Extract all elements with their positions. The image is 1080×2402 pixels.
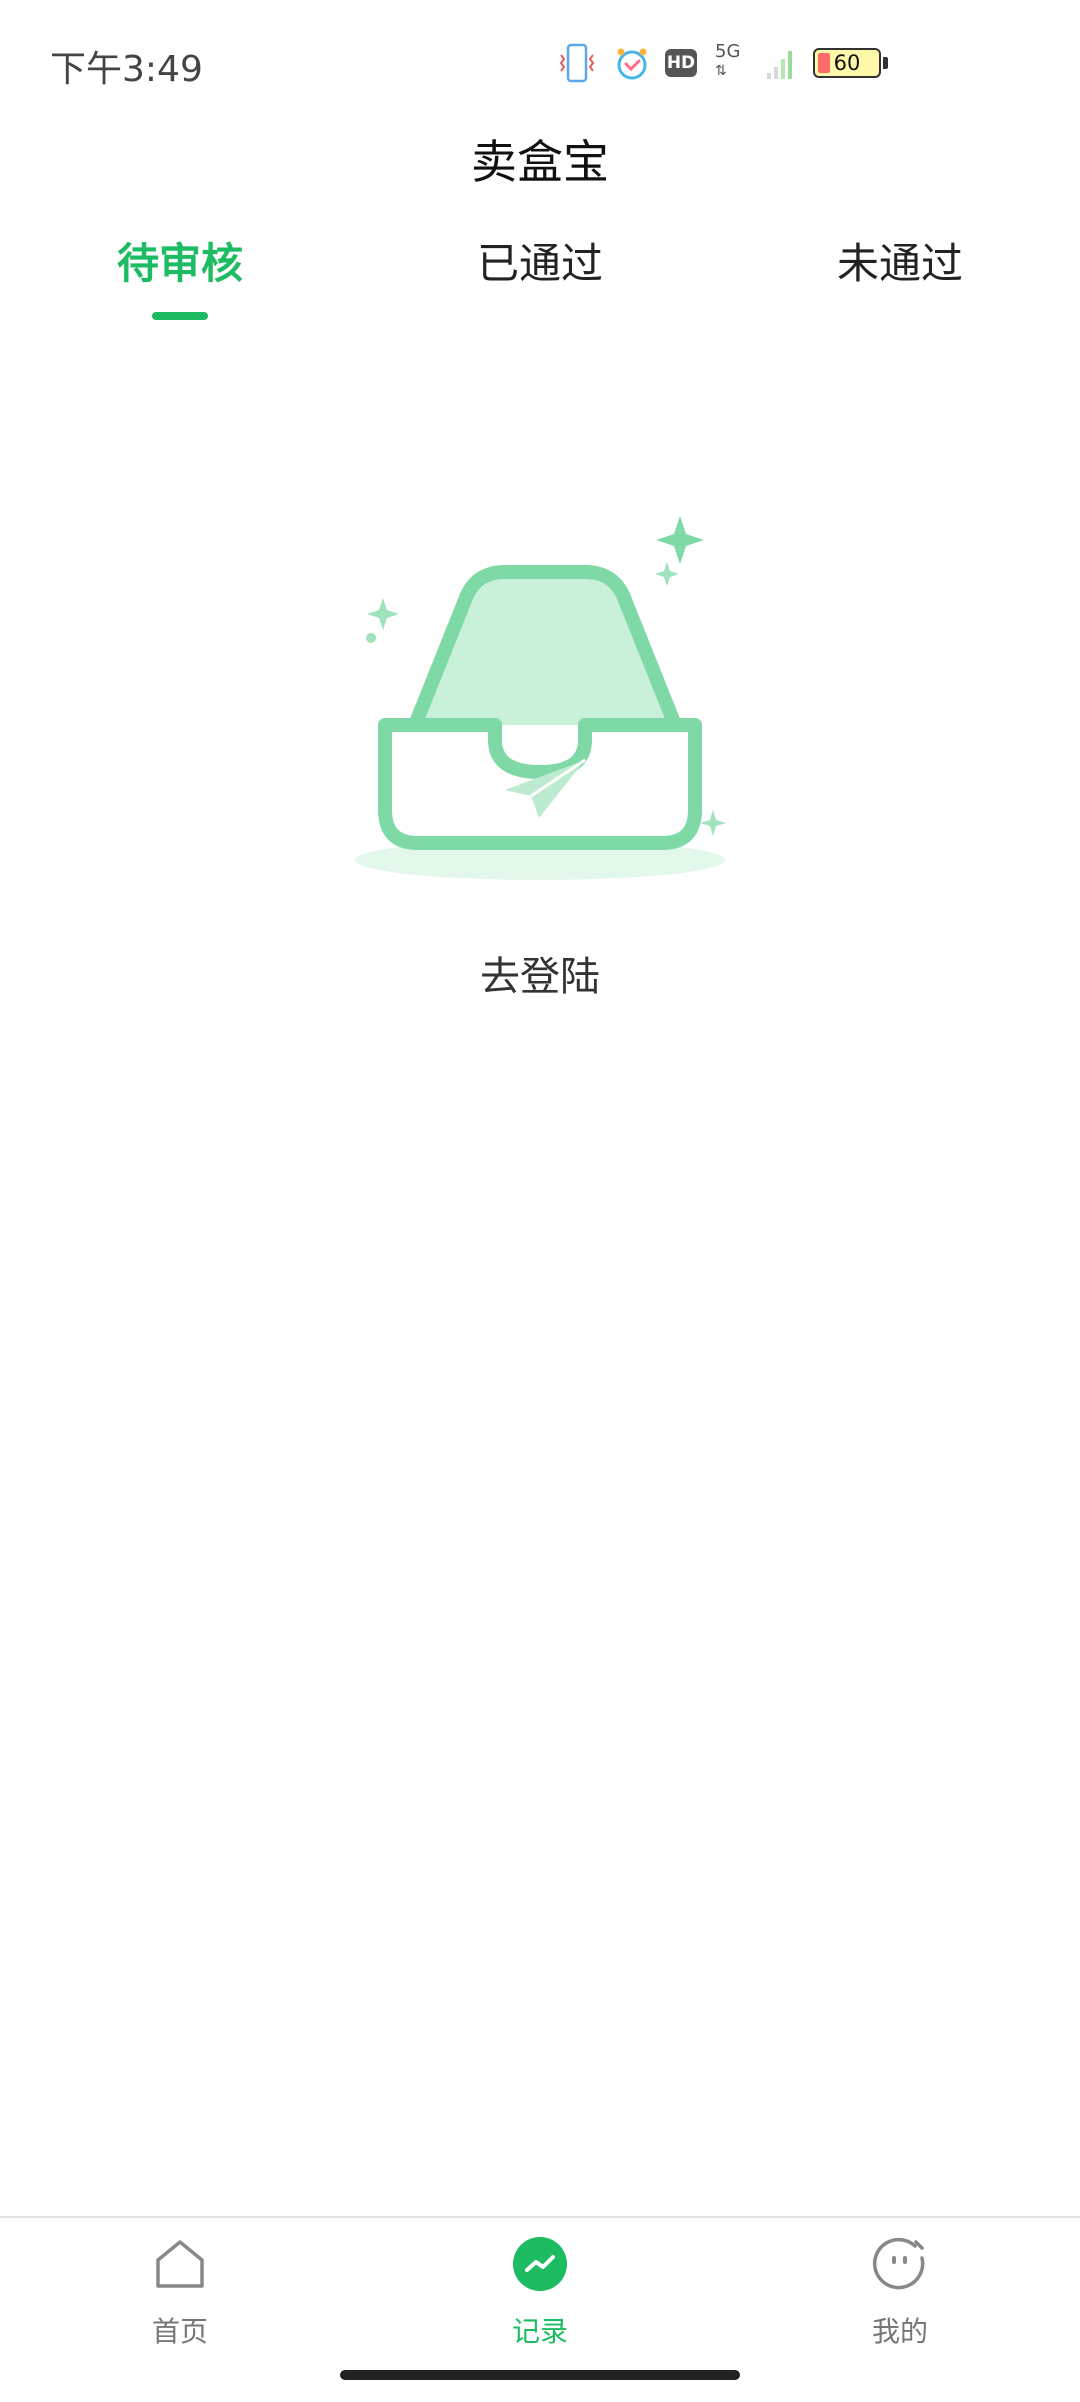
signal-5g-icon: 5G ⇅: [711, 41, 751, 85]
battery-percent: 60: [833, 51, 861, 75]
home-indicator[interactable]: [340, 2370, 740, 2380]
chart-icon: [513, 2237, 567, 2291]
go-login-link[interactable]: 去登陆: [0, 944, 1080, 1002]
status-bar: 下午3:49 HD 5G ⇅ 60: [0, 0, 1080, 130]
vibrate-icon: [555, 41, 599, 85]
nav-home-label: 首页: [151, 2315, 208, 2348]
profile-face-icon: [872, 2237, 925, 2290]
network-label: 5G: [715, 41, 741, 62]
home-icon: [156, 2240, 204, 2288]
active-tab-indicator: [152, 312, 208, 320]
nav-home[interactable]: 首页: [0, 2218, 360, 2348]
data-arrows-icon: ⇅: [715, 63, 727, 79]
status-time: 下午3:49: [50, 49, 203, 90]
status-icons: HD 5G ⇅ 60: [555, 38, 888, 88]
tab-pending-review[interactable]: 待审核: [0, 230, 360, 291]
nav-mine-label: 我的: [871, 2315, 928, 2348]
page-title: 卖盒宝: [471, 135, 609, 189]
nav-mine[interactable]: 我的: [720, 2218, 1080, 2348]
battery-nub: [883, 57, 888, 69]
signal-bars-icon: [765, 45, 799, 81]
empty-inbox-illustration: [355, 516, 726, 880]
alarm-icon: [613, 44, 651, 82]
hd-icon: HD: [665, 49, 697, 77]
tab-approved[interactable]: 已通过: [360, 230, 720, 291]
nav-records-label: 记录: [511, 2315, 568, 2348]
tab-rejected[interactable]: 未通过: [720, 230, 1080, 291]
nav-records[interactable]: 记录: [360, 2218, 720, 2348]
battery-icon: 60: [813, 48, 888, 78]
